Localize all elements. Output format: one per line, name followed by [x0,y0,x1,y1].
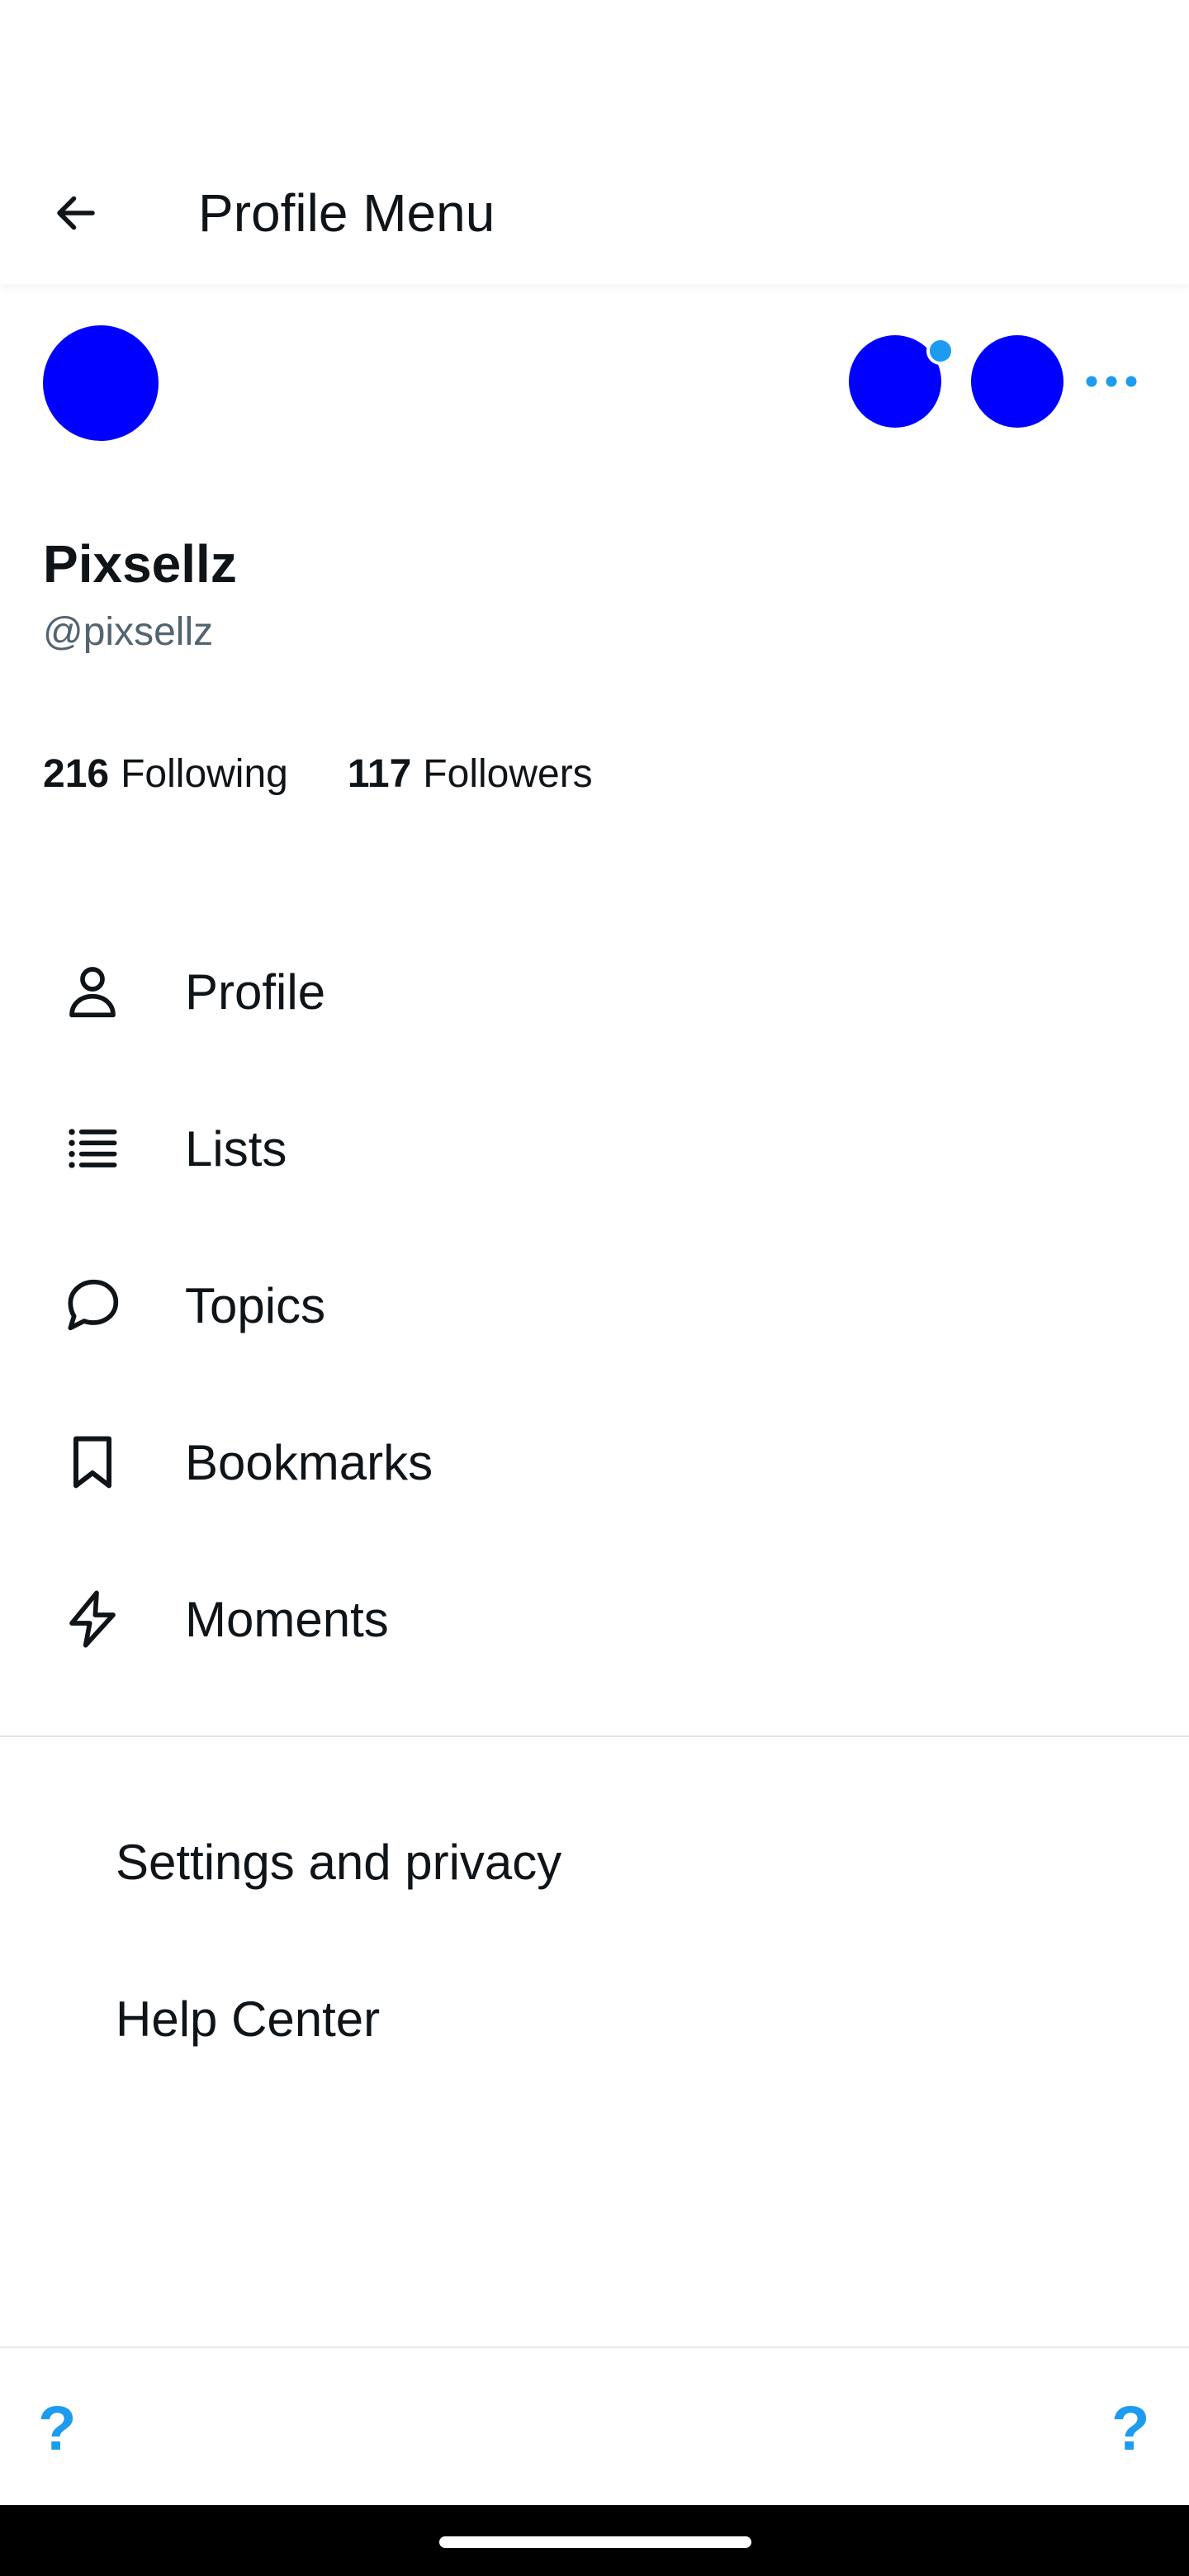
speech-bubble-icon [59,1272,126,1338]
settings-and-privacy-link[interactable]: Settings and privacy [0,1783,1189,1940]
menu-item-moments[interactable]: Moments [0,1541,1189,1698]
menu-label: Moments [185,1591,389,1647]
person-icon [59,959,126,1025]
page-title: Profile Menu [198,183,495,243]
back-button[interactable] [33,172,119,254]
following-label: Following [121,752,288,796]
secondary-menu: Settings and privacy Help Center [0,1783,1189,2097]
menu-label: Topics [185,1277,326,1333]
help-icon-left[interactable]: ? [38,2398,76,2460]
menu-label: Lists [185,1120,287,1177]
lightning-icon [59,1586,126,1652]
bookmark-icon [59,1429,126,1495]
menu-item-bookmarks[interactable]: Bookmarks [0,1384,1189,1541]
followers-count: 117 [347,752,412,796]
menu-item-lists[interactable]: Lists [0,1070,1189,1227]
following-count: 216 [43,752,110,796]
menu-label: Bookmarks [185,1434,433,1490]
followers-label: Followers [423,752,593,796]
more-horizontal-icon [1086,376,1137,387]
menu-item-topics[interactable]: Topics [0,1227,1189,1384]
display-name: Pixsellz [43,534,237,594]
notification-dot [926,337,955,365]
menu-item-profile[interactable]: Profile [0,913,1189,1070]
switch-account-avatar-2[interactable] [971,335,1063,428]
status-bar [0,0,1189,139]
followers-stat[interactable]: 117 Followers [348,751,593,797]
divider [0,1735,1189,1737]
following-stat[interactable]: 216 Following [43,751,288,797]
username: @pixsellz [43,610,214,654]
more-accounts-button[interactable] [1080,357,1143,406]
home-indicator[interactable] [439,2536,751,2548]
avatar[interactable] [43,325,159,441]
help-icon-right[interactable]: ? [1111,2398,1149,2460]
menu-label: Profile [185,964,326,1020]
system-nav-bar [0,2505,1189,2576]
arrow-left-icon [57,196,95,230]
list-icon [59,1115,126,1181]
bottom-bar: ? ? [0,2346,1189,2505]
follow-stats: 216 Following 117 Followers [43,751,593,797]
help-center-link[interactable]: Help Center [0,1940,1189,2097]
profile-menu: Profile Lists Topics Bookmarks Moments [0,913,1189,1698]
app-bar: Profile Menu [0,139,1189,284]
